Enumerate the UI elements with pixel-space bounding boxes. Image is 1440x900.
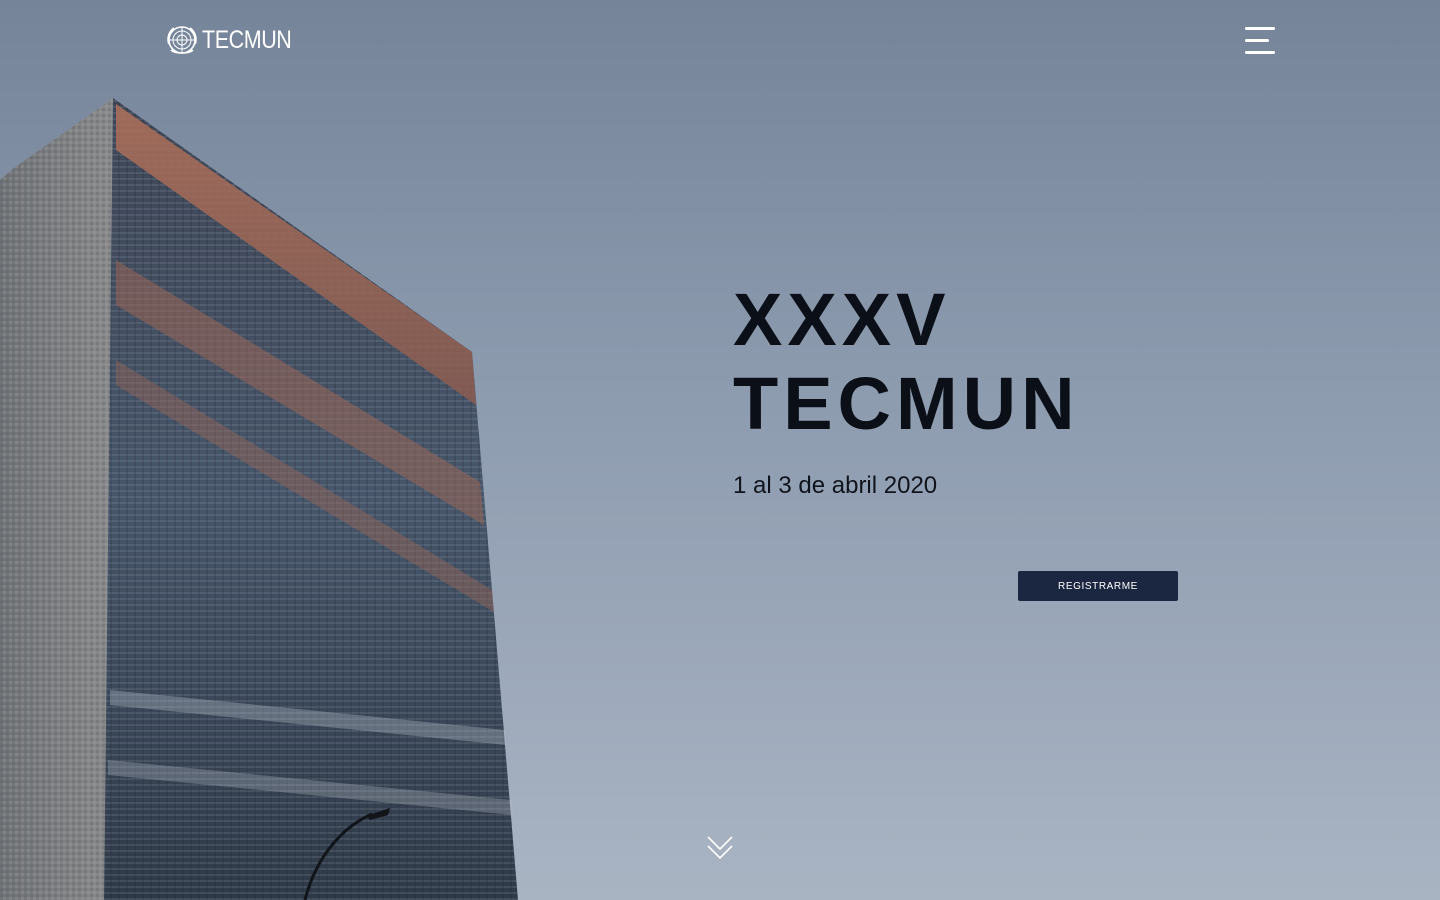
tecmun-logo-link[interactable]: TECMUN — [165, 24, 306, 56]
hero-title: XXXV TECMUN — [733, 278, 1253, 446]
menu-bar-middle — [1245, 39, 1269, 42]
hamburger-menu-button[interactable] — [1240, 24, 1280, 58]
event-date: 1 al 3 de abril 2020 — [733, 472, 938, 499]
hero-section: TECMUN XXXV TECMUN 1 al 3 de abril 2020 … — [0, 0, 1440, 900]
hero-background-image — [0, 0, 1440, 900]
register-button[interactable]: REGISTRARME — [1018, 571, 1178, 601]
hero-title-line-1: XXXV — [733, 278, 951, 361]
menu-bar-bottom — [1245, 51, 1275, 54]
top-navigation-bar: TECMUN — [0, 0, 1440, 80]
double-chevron-down-icon[interactable] — [705, 834, 735, 862]
logo-text: TECMUN — [202, 25, 292, 54]
un-emblem-icon — [167, 26, 197, 54]
menu-bar-top — [1245, 27, 1275, 30]
hero-title-line-2: TECMUN — [733, 362, 1080, 445]
